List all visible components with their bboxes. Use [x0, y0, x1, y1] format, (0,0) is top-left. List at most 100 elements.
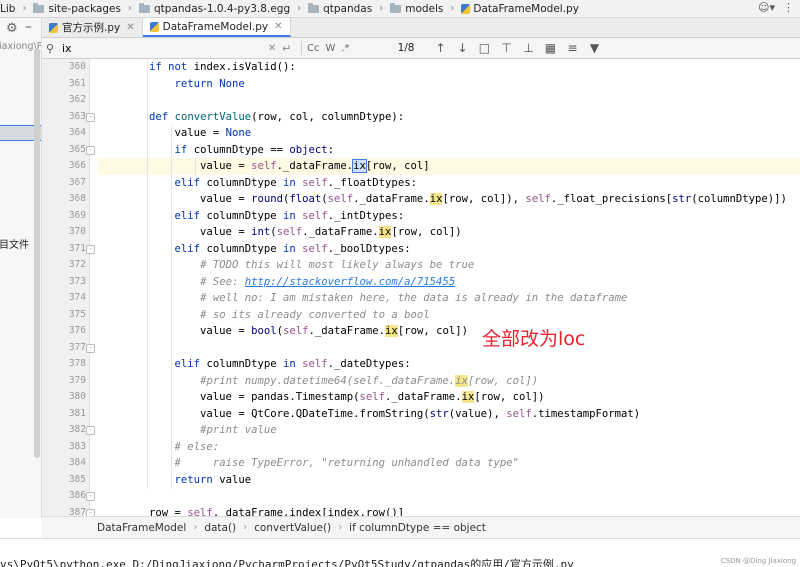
filter-icon[interactable]: ▼	[588, 41, 600, 55]
fold-marker-icon[interactable]: -	[86, 343, 95, 353]
tab-dataframemodel[interactable]: DataFrameModel.py ✕	[142, 18, 291, 37]
chevron-right-icon: ›	[297, 3, 302, 14]
run-console: vs\PyQt5\python.exe D:/DingJiaxiong/Pych…	[0, 538, 800, 567]
code-line: row = self._dataFrame.index[index.row()]	[98, 506, 405, 517]
gear-icon[interactable]: ⚙	[6, 21, 18, 36]
code-line: value = pandas.Timestamp(self._dataFrame…	[98, 391, 545, 403]
code-line: elif columnDtype in self._dateDtypes:	[174, 358, 411, 370]
code-line: value = None	[98, 127, 252, 139]
code-editor[interactable]: 360 361 362 363-364 365-366 367 368 369 370 371-3…	[42, 59, 800, 516]
find-all-icon[interactable]: □	[478, 41, 490, 55]
clear-icon[interactable]: ✕	[268, 43, 280, 54]
nav-crumb-lib[interactable]: Lib	[0, 3, 15, 15]
settings-icon[interactable]: ≡	[566, 41, 578, 55]
code-line: value = self._dataFrame.ix[row, col]	[98, 159, 430, 173]
code-line: # raise TypeError, "returning unhandled …	[174, 457, 519, 469]
project-tree-item[interactable]: 目文件	[0, 236, 29, 251]
line-number: 368	[68, 193, 86, 204]
fold-marker-icon[interactable]: -	[86, 492, 95, 501]
line-number: 363	[68, 110, 86, 122]
line-number: 365	[68, 143, 86, 155]
nav-crumb-file[interactable]: DataFrameModel.py	[461, 3, 579, 15]
tab-label: 官方示例.py	[62, 22, 121, 34]
breadcrumb-class[interactable]: DataFrameModel	[97, 522, 186, 534]
tab-example[interactable]: 官方示例.py ✕	[42, 18, 143, 37]
navigation-bar: Lib › site-packages › qtpandas-1.0.4-py3…	[0, 0, 800, 18]
code-line: # else:	[174, 440, 220, 453]
line-number: 374	[68, 292, 86, 303]
nav-crumb-qtpandas[interactable]: qtpandas	[308, 2, 372, 15]
code-line: elif columnDtype in self._intDtypes:	[174, 209, 405, 222]
breadcrumb-block[interactable]: if columnDtype == object	[349, 522, 486, 534]
user-icon[interactable]: ☺▾	[758, 1, 775, 14]
nav-crumb-label: DataFrameModel.py	[473, 2, 579, 15]
line-number: 380	[68, 391, 86, 402]
search-input[interactable]	[62, 40, 262, 56]
fold-marker-icon[interactable]: -	[86, 426, 95, 435]
nav-crumb-label: site-packages	[48, 2, 121, 15]
line-number: 385	[68, 473, 86, 485]
fold-marker-icon[interactable]: -	[86, 145, 95, 155]
project-panel: ⚙ – iaxiong\PyC 目文件	[0, 18, 42, 518]
fold-marker-icon[interactable]: -	[86, 244, 95, 254]
chevron-right-icon: ›	[379, 3, 384, 14]
chevron-right-icon: ›	[193, 522, 198, 533]
line-number: 367	[68, 176, 86, 188]
annotation-text: 全部改为loc	[482, 328, 586, 350]
match-count: 1/8	[397, 42, 415, 54]
code-line: if not index.isValid():	[149, 61, 296, 73]
code-line: if columnDtype == object:	[174, 143, 335, 156]
nav-crumb-site-packages[interactable]: site-packages	[33, 2, 121, 15]
search-icon[interactable]: ⚲	[46, 42, 62, 55]
tab-label: DataFrameModel.py	[162, 20, 269, 33]
remove-selection-icon[interactable]: ⊥	[522, 41, 534, 55]
code-line: value = int(self._dataFrame.ix[row, col]…	[98, 226, 462, 238]
code-line: value = QtCore.QDateTime.fromString(str(…	[98, 407, 641, 420]
line-number: 387	[68, 506, 86, 517]
breadcrumb-function[interactable]: convertValue()	[254, 522, 331, 534]
breadcrumb-method[interactable]: data()	[204, 522, 236, 534]
line-number: 378	[68, 358, 86, 369]
line-number: 373	[68, 275, 86, 287]
line-number: 375	[68, 308, 86, 320]
code-line: # See: http://stackoverflow.com/a/715455	[200, 275, 456, 288]
fold-marker-icon[interactable]: -	[86, 508, 95, 516]
line-number: 376	[68, 325, 86, 336]
nav-crumb-egg[interactable]: qtpandas-1.0.4-py3.8.egg	[139, 2, 290, 15]
python-file-icon	[49, 22, 58, 33]
nav-crumb-models[interactable]: models	[390, 2, 443, 15]
more-icon[interactable]: ⋮	[783, 1, 794, 14]
code-line: elif columnDtype in self._floatDtypes:	[174, 176, 417, 189]
line-number: 366	[68, 160, 86, 171]
line-number: 371	[68, 242, 86, 254]
code-line: # so its already converted to a bool	[200, 308, 430, 321]
code-line: return value	[174, 473, 252, 486]
code-line: elif columnDtype in self._boolDtypes:	[174, 242, 411, 255]
find-bar: ⚲ ✕ ↵ Cc W .* 1/8 ↑ ↓ □ ⊤ ⊥ ▦ ≡ ▼	[42, 38, 800, 59]
line-number: 377	[68, 341, 86, 353]
add-selection-icon[interactable]: ⊤	[500, 41, 512, 55]
regex-toggle[interactable]: .*	[341, 43, 349, 54]
select-all-icon[interactable]: ▦	[544, 41, 556, 55]
close-icon[interactable]: ✕	[126, 22, 134, 33]
whole-words-toggle[interactable]: W	[325, 43, 335, 54]
chevron-right-icon: ›	[450, 3, 455, 14]
history-icon[interactable]: ↵	[282, 42, 296, 55]
line-number: 372	[68, 259, 86, 270]
close-icon[interactable]: ✕	[274, 21, 282, 32]
project-scrollbar[interactable]	[34, 48, 40, 458]
line-number: 381	[68, 407, 86, 419]
collapse-icon[interactable]: –	[25, 19, 32, 35]
code-area[interactable]: if not index.isValid(): return None def …	[98, 59, 800, 516]
fold-marker-icon[interactable]: -	[86, 112, 95, 122]
code-line: #print value	[200, 424, 277, 436]
chevron-right-icon: ›	[243, 522, 248, 533]
watermark: CSDN @Ding Jiaxiong	[720, 557, 796, 565]
line-number: 382	[68, 424, 86, 435]
arrow-down-icon[interactable]: ↓	[456, 41, 468, 55]
arrow-up-icon[interactable]: ↑	[434, 41, 446, 55]
code-line: #print numpy.datetime64(self._dataFrame.…	[200, 374, 539, 387]
line-number: 383	[68, 440, 86, 452]
match-case-toggle[interactable]: Cc	[307, 43, 319, 54]
line-number: 369	[68, 209, 86, 221]
